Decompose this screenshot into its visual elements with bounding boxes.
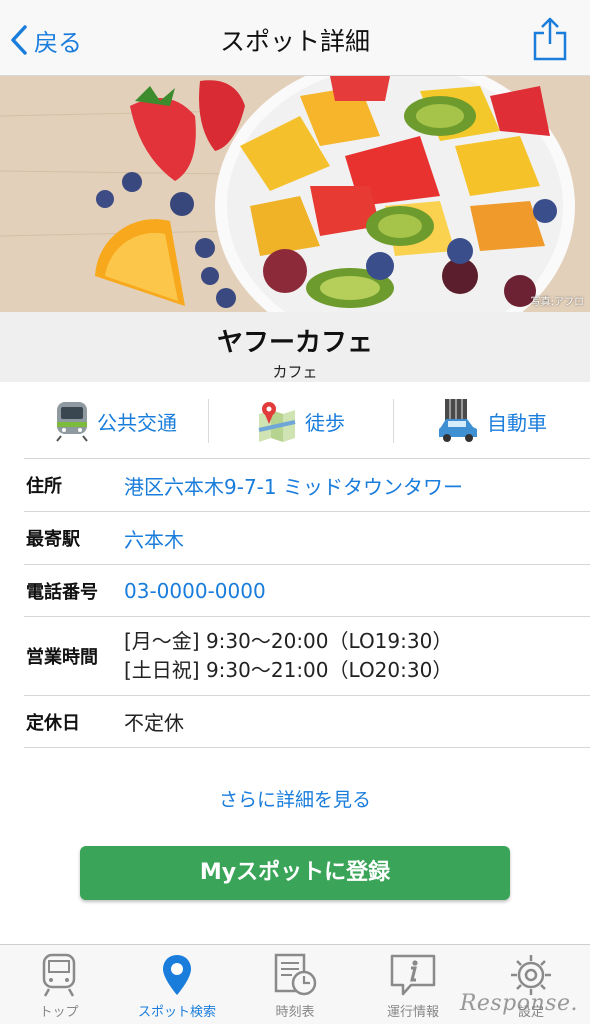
phone-label: 電話番号 <box>26 581 98 603</box>
tab-timetable-label: 時刻表 <box>275 1005 315 1020</box>
fruit-bowl-image <box>0 76 590 312</box>
spot-category: カフェ <box>272 363 318 381</box>
page-title: スポット詳細 <box>219 27 370 56</box>
route-modes: 公共交通 徒歩 自動車 <box>24 384 590 458</box>
walk-map-icon <box>258 402 296 442</box>
photo-credit: 写真:アフロ <box>530 297 584 308</box>
tab-spot-search-label: スポット検索 <box>137 1005 216 1020</box>
address-row: 住所 港区六本木9-7-1 ミッドタウンタワー <box>24 458 590 511</box>
walk-label: 徒歩 <box>305 410 345 435</box>
closed-value: 不定休 <box>124 711 184 735</box>
spot-header: ヤフーカフェ カフェ <box>0 312 590 382</box>
more-details-link[interactable]: さらに詳細を見る <box>0 785 590 812</box>
car-button[interactable]: 自動車 <box>394 384 590 458</box>
spot-photo: 写真:アフロ <box>0 76 590 312</box>
public-transit-label: 公共交通 <box>97 410 177 435</box>
register-my-spot-button[interactable]: Myスポットに登録 <box>80 846 510 900</box>
tab-bar: トップ スポット検索 時刻表 運行情報 設定 Response. <box>0 944 590 1024</box>
address-link[interactable]: 港区六本木9-7-1 ミッドタウンタワー <box>124 471 463 500</box>
station-link[interactable]: 六本木 <box>124 524 184 553</box>
watermark-logo: Response. <box>459 991 578 1016</box>
station-label: 最寄駅 <box>26 529 80 550</box>
tab-service-info-label: 運行情報 <box>386 1005 439 1020</box>
phone-row: 電話番号 03-0000-0000 <box>24 564 590 616</box>
hours-label: 営業時間 <box>26 647 98 668</box>
tab-timetable[interactable]: 時刻表 <box>236 945 354 1024</box>
train-icon <box>42 953 76 997</box>
tab-top[interactable]: トップ <box>0 945 118 1024</box>
tab-spot-search[interactable]: スポット検索 <box>118 945 236 1024</box>
hours-holiday: [土日祝] 9:30〜21:00（LO20:30） <box>124 658 453 682</box>
tab-top-label: トップ <box>39 1005 79 1020</box>
navigation-bar: 戻る スポット詳細 <box>0 0 590 76</box>
closed-label: 定休日 <box>26 712 80 734</box>
map-pin-icon <box>163 955 191 995</box>
spot-details: 住所 港区六本木9-7-1 ミッドタウンタワー 最寄駅 六本木 電話番号 03-… <box>24 458 590 748</box>
walk-button[interactable]: 徒歩 <box>209 384 393 458</box>
phone-link[interactable]: 03-0000-0000 <box>124 579 266 603</box>
hours-values: [月〜金] 9:30〜20:00（LO19:30） [土日祝] 9:30〜21:… <box>124 627 452 685</box>
train-icon <box>56 402 88 442</box>
car-icon <box>439 399 477 442</box>
timetable-clock-icon <box>274 953 317 996</box>
spot-name: ヤフーカフェ <box>216 328 373 358</box>
hours-row: 営業時間 [月〜金] 9:30〜20:00（LO19:30） [土日祝] 9:3… <box>24 616 590 695</box>
info-bubble-icon <box>390 954 436 996</box>
car-label: 自動車 <box>487 410 547 435</box>
tab-service-info[interactable]: 運行情報 <box>354 945 472 1024</box>
hours-weekday: [月〜金] 9:30〜20:00（LO19:30） <box>124 629 453 653</box>
address-label: 住所 <box>26 476 62 497</box>
closed-row: 定休日 不定休 <box>24 695 590 748</box>
share-icon[interactable] <box>532 16 568 62</box>
station-row: 最寄駅 六本木 <box>24 511 590 564</box>
public-transit-button[interactable]: 公共交通 <box>24 384 208 458</box>
